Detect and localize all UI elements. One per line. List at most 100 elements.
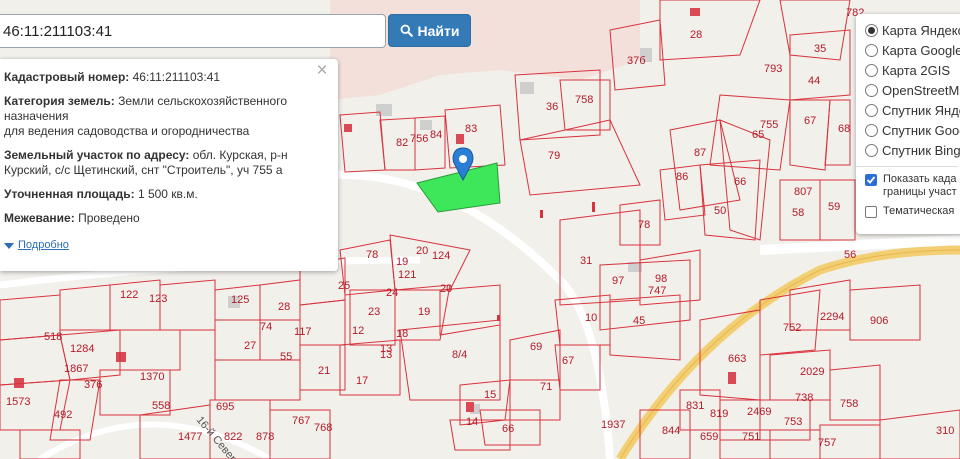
parcel-number-label: 124 <box>432 250 450 262</box>
parcel-number-label: 2469 <box>747 406 771 418</box>
layer-option-label: Спутник Яндекс <box>882 102 960 118</box>
layer-option-2gis-map[interactable]: Карта 2GIS <box>865 60 960 80</box>
layer-option-label: Карта 2GIS <box>882 62 951 78</box>
search-bar[interactable] <box>0 14 386 48</box>
show-cadastral-checkbox[interactable]: Показать када границы участ <box>865 173 960 199</box>
parcel-number-label: 558 <box>152 400 170 412</box>
parcel-number-label: 17 <box>356 375 368 387</box>
checkbox-unchecked-icon[interactable] <box>865 206 877 218</box>
close-icon[interactable]: × <box>315 61 329 80</box>
parcel-number-label: 12 <box>352 325 364 337</box>
caret-down-icon <box>4 242 14 249</box>
parcel-number-label: 13 <box>380 343 392 355</box>
layers-panel: Карта Яндекс Карта Google Карта 2GIS Ope… <box>856 14 960 234</box>
cadastral-number-label: Кадастровый номер: <box>4 70 130 84</box>
parcel-info-panel: × Кадастровый номер: 46:11:211103:41 Кат… <box>0 59 338 271</box>
parcel-number-label: 878 <box>256 431 274 443</box>
parcel-number-label: 71 <box>540 381 552 393</box>
layer-option-bing-satellite[interactable]: Спутник Bing <box>865 140 960 160</box>
parcel-number-label: 15 <box>484 389 496 401</box>
parcel-number-label: 78 <box>366 249 378 261</box>
parcel-number-label: 82 <box>396 137 408 149</box>
parcel-number-label: 56 <box>844 249 856 261</box>
layer-option-yandex-map[interactable]: Карта Яндекс <box>865 20 960 40</box>
thematic-checkbox[interactable]: Тематическая <box>865 205 960 218</box>
cadastral-search-input[interactable] <box>0 15 385 47</box>
parcel-number-label: 1867 <box>64 363 88 375</box>
parcel-number-label: 23 <box>368 306 380 318</box>
parcel-number-label: 24 <box>386 287 398 299</box>
parcel-number-label: 66 <box>502 423 514 435</box>
parcel-number-label: 751 <box>742 431 760 443</box>
details-link[interactable]: Подробно <box>4 238 332 253</box>
radio-button[interactable] <box>865 143 878 157</box>
radio-button[interactable] <box>865 43 878 57</box>
parcel-number-label: 807 <box>794 186 812 198</box>
parcel-number-label: 83 <box>465 123 477 135</box>
parcel-number-label: 122 <box>120 289 138 301</box>
parcel-number-label: 14 <box>466 416 478 428</box>
radio-button[interactable] <box>865 63 878 77</box>
area-label: Уточненная площадь: <box>4 187 135 201</box>
parcel-number-label: 659 <box>700 431 718 443</box>
parcel-number-label: 492 <box>54 409 72 421</box>
radio-button[interactable] <box>865 103 878 117</box>
survey-row: Межевание: Проведено <box>4 211 332 226</box>
parcel-number-label: 758 <box>575 94 593 106</box>
address-value-2: Курский, с/с Щетинский, снт "Строитель",… <box>4 163 283 177</box>
parcel-number-label: 125 <box>231 294 249 306</box>
layer-option-openstreetmap[interactable]: OpenStreetMap <box>865 80 960 100</box>
find-button[interactable]: Найти <box>388 14 471 47</box>
parcel-number-label: 747 <box>648 285 666 297</box>
radio-button[interactable] <box>865 83 878 97</box>
layer-option-label: Спутник Google <box>882 122 960 138</box>
parcel-number-label: 1937 <box>601 419 625 431</box>
parcel-number-label: 906 <box>870 315 888 327</box>
parcel-number-label: 1477 <box>178 431 202 443</box>
layer-option-label: OpenStreetMap <box>882 82 960 98</box>
layer-option-label: Спутник Bing <box>882 142 960 158</box>
cadastral-number-row: Кадастровый номер: 46:11:211103:41 <box>4 70 332 85</box>
parcel-number-label: 66 <box>734 176 746 188</box>
parcel-number-label: 1573 <box>6 396 30 408</box>
parcel-number-label: 1284 <box>70 343 94 355</box>
parcel-number-label: 10 <box>585 312 597 324</box>
layer-option-google-satellite[interactable]: Спутник Google <box>865 120 960 140</box>
parcel-number-label: 21 <box>318 365 330 377</box>
parcel-number-label: 121 <box>398 269 416 281</box>
parcel-number-label: 36 <box>546 101 558 113</box>
parcel-number-label: 74 <box>260 321 272 333</box>
land-category-row: Категория земель: Земли сельскохозяйстве… <box>4 94 332 139</box>
divider <box>856 166 958 167</box>
parcel-number-label: 738 <box>795 392 813 404</box>
parcel-number-label: 69 <box>530 341 542 353</box>
parcel-number-label: 58 <box>792 207 804 219</box>
layer-option-label: Карта Яндекс <box>882 22 960 38</box>
parcel-number-label: 19 <box>396 256 408 268</box>
radio-button[interactable] <box>865 123 878 137</box>
parcel-number-label: 117 <box>294 326 312 338</box>
parcel-number-label: 84 <box>430 129 442 141</box>
parcel-number-label: 25 <box>338 280 350 292</box>
parcel-number-label: 97 <box>612 275 624 287</box>
parcel-number-label: 37б <box>627 55 646 67</box>
parcel-number-label: 27 <box>244 340 256 352</box>
layer-option-google-map[interactable]: Карта Google <box>865 40 960 60</box>
parcel-number-label: 87 <box>694 147 706 159</box>
parcel-number-label: 19 <box>418 306 430 318</box>
radio-button[interactable] <box>865 23 878 37</box>
parcel-number-label: 757 <box>818 437 836 449</box>
parcel-number-label: 31 <box>580 255 592 267</box>
area-row: Уточненная площадь: 1 500 кв.м. <box>4 187 332 202</box>
show-cadastral-label-2: границы участ <box>883 186 957 198</box>
parcel-number-label: 518 <box>44 331 62 343</box>
parcel-number-label: 752 <box>783 322 801 334</box>
cadastral-number-value: 46:11:211103:41 <box>132 70 221 84</box>
address-value-1: обл. Курская, р-н <box>192 148 288 162</box>
show-cadastral-label-1: Показать када <box>883 173 957 185</box>
layer-option-yandex-satellite[interactable]: Спутник Яндекс <box>865 100 960 120</box>
parcel-number-label: 758 <box>840 398 858 410</box>
parcel-number-label: 68 <box>838 123 850 135</box>
checkbox-checked-icon[interactable] <box>865 174 877 186</box>
find-button-label: Найти <box>417 22 460 39</box>
